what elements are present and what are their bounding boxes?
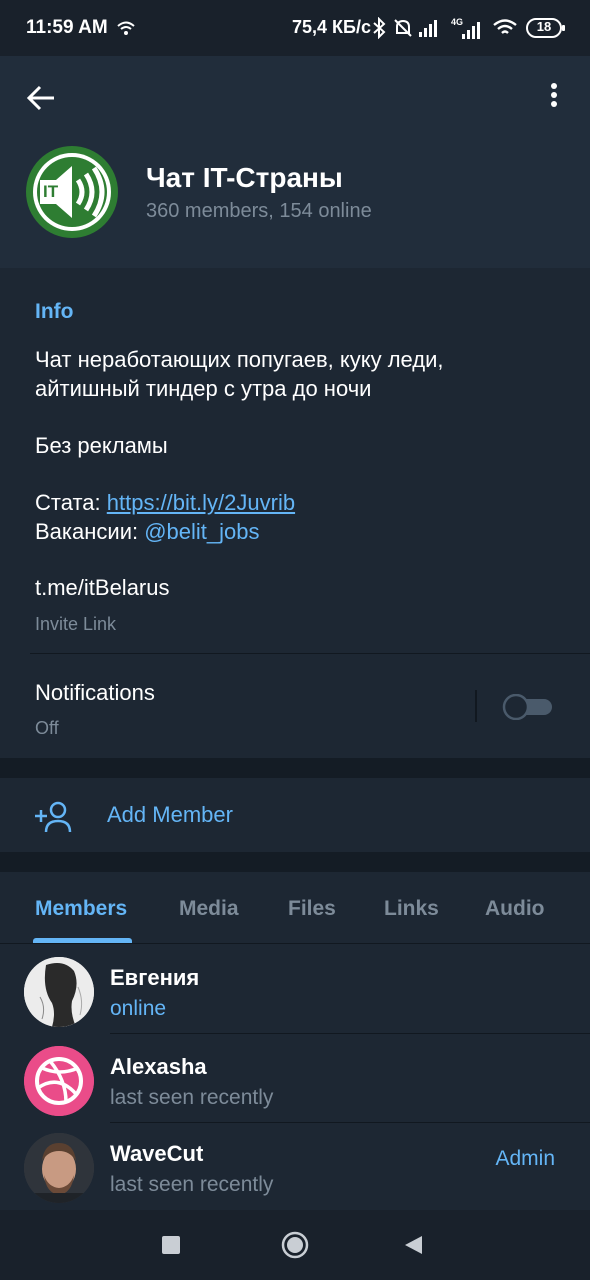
status-bar: 11:59 AM 75,4 КБ/с 4G 18 <box>0 0 590 56</box>
battery-level: 18 <box>536 19 552 34</box>
home-button[interactable] <box>280 1230 310 1260</box>
avatar <box>24 957 94 1027</box>
add-member-button[interactable]: Add Member <box>0 778 590 852</box>
more-vertical-icon <box>551 83 557 107</box>
members-list: Евгения online Alexasha last seen recent… <box>0 945 590 1209</box>
tab-media[interactable]: Media <box>179 897 239 921</box>
member-row[interactable]: Евгения online <box>0 945 590 1033</box>
wifi-icon <box>492 14 518 42</box>
stats-label: Стата: <box>35 490 107 515</box>
bluetooth-icon <box>372 14 386 42</box>
recents-button[interactable] <box>158 1232 184 1258</box>
battery-icon: 18 <box>526 14 566 42</box>
tab-links[interactable]: Links <box>384 897 439 921</box>
invite-link-caption: Invite Link <box>35 614 117 634</box>
active-tab-indicator <box>33 938 132 943</box>
add-person-icon <box>33 800 73 834</box>
info-heading: Info <box>35 300 74 323</box>
stats-link[interactable]: https://bit.ly/2Juvrib <box>107 490 295 515</box>
member-status: last seen recently <box>110 1173 274 1196</box>
more-options-button[interactable] <box>538 78 570 114</box>
signal-icon-1 <box>418 14 442 42</box>
member-status: last seen recently <box>110 1086 274 1109</box>
mute-icon <box>392 14 414 42</box>
back-button[interactable] <box>22 78 62 118</box>
triangle-back-icon <box>405 1236 422 1254</box>
description-line-1: Чат неработающих попугаев, куку леди, <box>35 347 444 372</box>
system-nav-bar <box>0 1210 590 1280</box>
chat-title: Чат IT-Страны <box>146 162 343 193</box>
status-time: 11:59 AM <box>26 17 108 38</box>
member-status: online <box>110 997 167 1020</box>
no-ads-text: Без рекламы <box>35 433 168 458</box>
dribbble-icon <box>24 1046 94 1116</box>
network-speed: 75,4 КБ/с <box>292 17 371 37</box>
chat-header: IT Чат IT-Страны 360 members, 154 online <box>0 56 590 268</box>
member-row[interactable]: Alexasha last seen recently <box>0 1034 590 1122</box>
avatar <box>24 1133 94 1203</box>
description-line-2: айтишный тиндер с утра до ночи <box>35 376 372 401</box>
section-gap <box>0 758 590 778</box>
member-name: WaveCut <box>110 1141 204 1166</box>
tab-members[interactable]: Members <box>35 897 127 921</box>
signal-icon-2: 4G <box>450 14 486 42</box>
jobs-label: Вакансии: <box>35 519 145 544</box>
chat-avatar[interactable]: IT <box>26 146 118 238</box>
notifications-label: Notifications <box>35 680 155 705</box>
square-icon <box>162 1236 180 1254</box>
invite-link[interactable]: t.me/itBelarus <box>35 573 170 602</box>
toggle-separator <box>475 690 477 722</box>
stats-line: Стата: https://bit.ly/2Juvrib <box>35 488 295 517</box>
admin-badge: Admin <box>495 1147 555 1170</box>
jobs-mention[interactable]: @belit_jobs <box>144 519 259 544</box>
member-name: Alexasha <box>110 1054 207 1079</box>
wifi-calling-icon <box>116 14 136 42</box>
arrow-left-icon <box>26 85 54 111</box>
chat-members-count: 360 members, 154 online <box>146 200 372 222</box>
back-nav-button[interactable] <box>400 1232 426 1258</box>
member-name: Евгения <box>110 965 200 990</box>
section-gap <box>0 852 590 872</box>
notifications-value: Off <box>35 718 59 738</box>
svg-text:4G: 4G <box>451 17 463 27</box>
tab-files[interactable]: Files <box>288 897 336 921</box>
member-row[interactable]: WaveCut last seen recently Admin <box>0 1121 590 1209</box>
info-section: Info Чат неработающих попугаев, куку лед… <box>0 270 590 758</box>
media-tabs: Members Media Files Links Audio <box>0 872 590 944</box>
tab-audio[interactable]: Audio <box>485 897 544 921</box>
notifications-toggle[interactable] <box>502 693 554 721</box>
circle-icon <box>281 1231 309 1259</box>
add-member-label: Add Member <box>107 802 233 827</box>
notifications-row[interactable]: Notifications Off <box>0 654 590 758</box>
chat-avatar-label: IT <box>43 182 59 201</box>
jobs-line: Вакансии: @belit_jobs <box>35 517 260 546</box>
